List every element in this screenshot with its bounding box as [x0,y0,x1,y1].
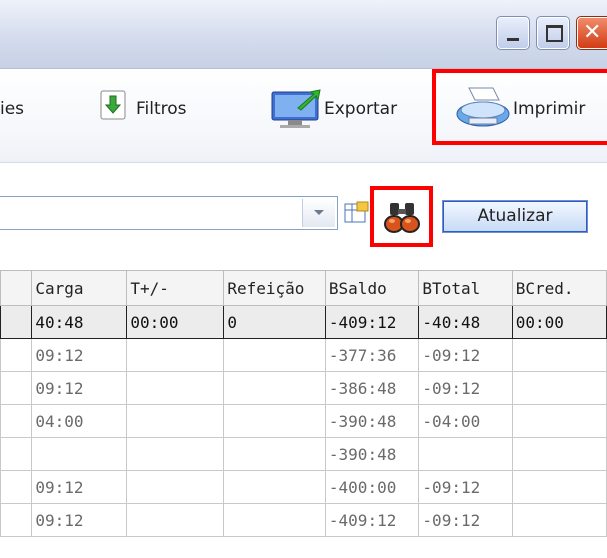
minimize-button[interactable] [496,16,530,50]
table-cell-bcred[interactable] [511,404,607,438]
maximize-icon [546,25,563,42]
table-cell-btotal[interactable]: -04:00 [418,404,513,438]
table-header-row: Carga T+/- Refeição BSaldo BTotal BCred. [0,270,607,306]
column-header-bsaldo[interactable]: BSaldo [324,270,420,306]
table-cell-bsaldo[interactable]: -390:48 [324,404,420,438]
column-header-row-marker[interactable] [0,270,33,306]
table-cell-btotal[interactable]: -40:48 [418,305,513,339]
table-cell-btotal[interactable]: -09:12 [418,371,513,405]
column-header-bcred[interactable]: BCred. [511,270,607,306]
table-cell-bsaldo[interactable]: -386:48 [324,371,420,405]
combo-dropdown-button[interactable] [302,199,335,227]
table-row[interactable]: 09:12 -409:12 -09:12 [0,503,607,537]
table-cell-btotal[interactable]: -09:12 [418,503,513,537]
table-row[interactable]: -390:48 [0,437,607,471]
binoculars-highlight-box [370,186,433,247]
table-cell-row-marker[interactable] [0,371,33,405]
minimize-icon [507,38,519,41]
chevron-down-icon [314,210,324,215]
table-cell-refeicao[interactable] [223,503,326,537]
column-header-btotal[interactable]: BTotal [418,270,513,306]
table-cell-row-marker[interactable] [0,470,33,504]
table-cell-bcred[interactable] [511,371,607,405]
table-cell-t-plus-minus[interactable] [126,503,225,537]
table-row[interactable]: 40:48 00:00 0 -409:12 -40:48 00:00 [0,305,607,339]
table-cell-row-marker[interactable] [0,437,33,471]
table-cell-btotal[interactable]: -09:12 [418,470,513,504]
table-cell-carga[interactable]: 09:12 [31,470,128,504]
table-cell-bsaldo[interactable]: -377:36 [324,338,420,372]
table-cell-refeicao[interactable] [223,338,326,372]
table-cell-btotal[interactable]: -09:12 [418,338,513,372]
table-cell-carga[interactable] [31,437,128,471]
table-cell-bcred[interactable]: 00:00 [511,305,607,339]
table-cell-refeicao[interactable] [223,470,326,504]
column-header-t-plus-minus[interactable]: T+/- [126,270,225,306]
table-cell-bcred[interactable] [511,470,607,504]
grid-layout-icon[interactable] [344,201,370,225]
table-cell-refeicao[interactable] [223,371,326,405]
close-button[interactable]: ✕ [576,16,607,50]
table-cell-refeicao[interactable] [223,404,326,438]
table-cell-carga[interactable]: 40:48 [31,305,128,339]
filters-label[interactable]: Filtros [136,99,187,119]
table-row[interactable]: 09:12 -400:00 -09:12 [0,470,607,504]
table-cell-carga[interactable]: 09:12 [31,371,128,405]
table-cell-bsaldo[interactable]: -400:00 [324,470,420,504]
table-cell-t-plus-minus[interactable] [126,470,225,504]
table-cell-t-plus-minus[interactable] [126,371,225,405]
table-cell-bcred[interactable] [511,338,607,372]
table-cell-bsaldo[interactable]: -409:12 [324,503,420,537]
toolbar-item-partial-label[interactable]: ies [0,99,24,119]
export-monitor-icon [271,89,321,128]
maximize-button[interactable] [536,16,570,50]
close-icon: ✕ [583,20,602,45]
table-cell-row-marker[interactable] [0,338,33,372]
table-cell-t-plus-minus[interactable] [126,338,225,372]
export-label[interactable]: Exportar [324,99,397,119]
print-highlight-box [432,69,607,145]
table-cell-bsaldo[interactable]: -390:48 [324,437,420,471]
table-cell-row-marker[interactable] [0,503,33,537]
table-cell-btotal[interactable] [418,437,513,471]
table-cell-bcred[interactable] [511,503,607,537]
table-cell-carga[interactable]: 04:00 [31,404,128,438]
table-cell-t-plus-minus[interactable] [126,404,225,438]
table-cell-refeicao[interactable] [223,437,326,471]
table-row[interactable]: 09:12 -386:48 -09:12 [0,371,607,405]
filter-down-arrow-icon [100,90,126,120]
column-header-carga[interactable]: Carga [31,270,128,306]
data-table: Carga T+/- Refeição BSaldo BTotal BCred. 40:48… [0,270,607,537]
table-cell-t-plus-minus[interactable]: 00:00 [126,305,225,339]
table-cell-row-marker[interactable] [0,404,33,438]
refresh-button[interactable]: Atualizar [442,200,588,233]
table-cell-refeicao[interactable]: 0 [223,305,326,339]
table-row[interactable]: 09:12 -377:36 -09:12 [0,338,607,372]
table-cell-carga[interactable]: 09:12 [31,503,128,537]
table-cell-carga[interactable]: 09:12 [31,338,128,372]
column-header-refeicao[interactable]: Refeição [223,270,326,306]
table-cell-bcred[interactable] [511,437,607,471]
table-cell-t-plus-minus[interactable] [126,437,225,471]
table-cell-row-marker[interactable] [0,305,33,339]
table-cell-bsaldo[interactable]: -409:12 [324,305,420,339]
search-combo[interactable] [0,196,338,230]
table-row[interactable]: 04:00 -390:48 -04:00 [0,404,607,438]
